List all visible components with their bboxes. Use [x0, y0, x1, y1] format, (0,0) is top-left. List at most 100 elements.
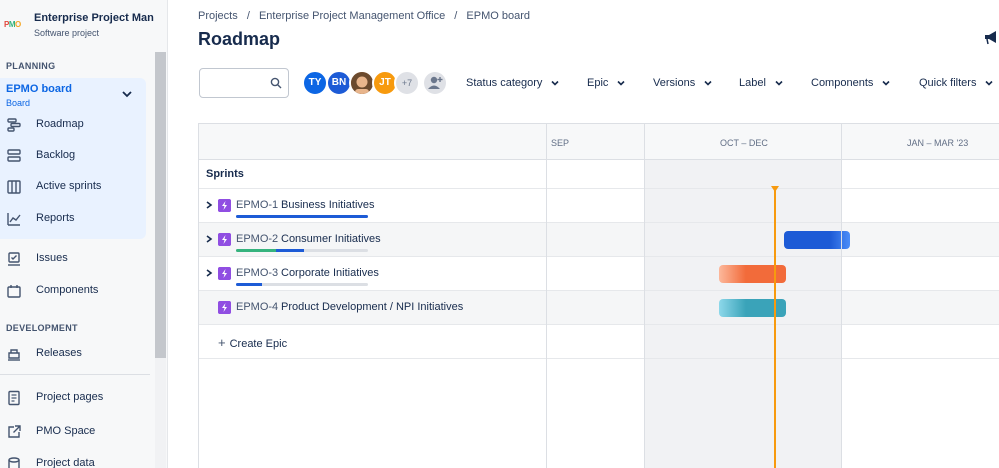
filter-label: Epic [587, 77, 609, 89]
roadmap-icon [7, 118, 21, 132]
create-epic-button[interactable]: + Create Epic [218, 335, 287, 350]
sidebar-item-label: Project data [36, 457, 95, 468]
sidebar-item-project-pages[interactable]: Project pages [0, 385, 150, 411]
breadcrumb-board[interactable]: EPMO board [466, 10, 530, 22]
megaphone-icon[interactable] [984, 28, 999, 46]
reports-icon [7, 213, 21, 226]
components-icon [7, 285, 21, 298]
sidebar-item-label: Issues [36, 252, 68, 264]
avatar-overflow[interactable]: +7 [394, 70, 420, 96]
sidebar: PMO Enterprise Project Man... Software p… [0, 0, 168, 468]
sidebar-item-label: Active sprints [36, 180, 102, 192]
filter-label: Components [811, 77, 874, 89]
sidebar-scrollbar-track[interactable] [155, 358, 166, 468]
sidebar-item-issues[interactable]: Issues [0, 246, 150, 272]
add-people-button[interactable] [424, 72, 446, 94]
epic-key[interactable]: EPMO-1 [236, 199, 278, 211]
external-link-icon [8, 425, 21, 438]
project-name: Enterprise Project Man... [34, 12, 154, 24]
search-input[interactable] [199, 68, 289, 98]
progress-segment [236, 249, 276, 252]
filter-label: Versions [653, 77, 696, 89]
progress-segment [276, 249, 304, 252]
chevron-down-icon [775, 81, 783, 86]
filter-components[interactable]: Components [811, 77, 891, 89]
filter-epic[interactable]: Epic [587, 77, 626, 89]
breadcrumb-separator: / [454, 10, 458, 22]
roadmap-timeline: SEP OCT – DEC JAN – MAR '23 Sprints EPMO… [198, 123, 999, 468]
planning-section-label: PLANNING [6, 61, 56, 71]
epic-icon [218, 233, 231, 246]
project-type: Software project [34, 28, 100, 38]
chevron-down-icon [551, 81, 560, 86]
chevron-down-icon [985, 81, 994, 86]
sidebar-item-label: Roadmap [36, 118, 84, 130]
sidebar-item-pmo-space[interactable]: PMO Space [0, 419, 150, 445]
plus-icon: + [218, 335, 226, 350]
person-photo-icon [351, 72, 373, 94]
add-person-icon [428, 76, 443, 89]
epic-icon [218, 301, 231, 314]
chevron-right-icon[interactable] [204, 200, 214, 210]
filter-quick-filters[interactable]: Quick filters [919, 77, 994, 89]
filter-versions[interactable]: Versions [653, 77, 713, 89]
sidebar-item-components[interactable]: Components [0, 278, 150, 304]
board-subtitle: Board [6, 98, 31, 108]
timeline-header: SEP OCT – DEC JAN – MAR '23 [199, 124, 999, 160]
chevron-down-icon[interactable] [121, 88, 133, 100]
search-icon [270, 77, 282, 89]
page-title: Roadmap [198, 29, 281, 49]
board-title[interactable]: EPMO board [6, 83, 72, 95]
breadcrumb-separator: / [246, 10, 250, 22]
epic-row[interactable]: EPMO-1 Business Initiatives [199, 189, 999, 223]
development-section-label: DEVELOPMENT [6, 323, 78, 333]
epic-row[interactable]: EPMO-3 Corporate Initiatives [199, 257, 999, 291]
sidebar-item-active-sprints[interactable]: Active sprints [0, 174, 150, 200]
epic-name[interactable]: Corporate Initiatives [281, 267, 379, 279]
chevron-right-icon[interactable] [204, 268, 214, 278]
sidebar-item-reports[interactable]: Reports [0, 206, 150, 232]
epic-name[interactable]: Consumer Initiatives [281, 233, 381, 245]
epic-progress-bar [236, 249, 368, 252]
breadcrumb-projects[interactable]: Projects [198, 10, 238, 22]
epic-row[interactable]: EPMO-4 Product Development / NPI Initiat… [199, 291, 999, 325]
sidebar-item-label: Releases [36, 347, 82, 359]
create-epic-row[interactable]: + Create Epic [199, 325, 999, 359]
create-epic-label: Create Epic [229, 338, 288, 350]
epic-name[interactable]: Product Development / NPI Initiatives [281, 301, 463, 313]
sidebar-item-label: PMO Space [36, 425, 96, 437]
sprints-row: Sprints [199, 160, 999, 189]
epic-row[interactable]: EPMO-2 Consumer Initiatives [199, 223, 999, 257]
epic-icon [218, 199, 231, 212]
sidebar-divider [0, 374, 150, 375]
issues-icon [8, 252, 20, 266]
filter-status-category[interactable]: Status category [466, 77, 560, 89]
project-data-icon [8, 457, 20, 468]
epic-progress-bar [236, 283, 368, 286]
backlog-icon [7, 149, 21, 162]
filter-label: Quick filters [919, 77, 977, 89]
sidebar-item-label: Reports [36, 212, 75, 224]
epic-key[interactable]: EPMO-4 [236, 301, 278, 313]
column-divider [841, 124, 842, 468]
breadcrumb-project[interactable]: Enterprise Project Management Office [259, 10, 445, 22]
month-label: SEP [551, 138, 570, 148]
filter-label-dropdown[interactable]: Label [739, 77, 784, 89]
project-header[interactable]: PMO Enterprise Project Man... Software p… [0, 8, 155, 44]
sidebar-item-releases[interactable]: Releases [0, 341, 150, 367]
epic-name[interactable]: Business Initiatives [281, 199, 375, 211]
column-divider [546, 124, 547, 468]
releases-icon [8, 349, 20, 361]
sidebar-item-roadmap[interactable]: Roadmap [0, 112, 150, 138]
sidebar-item-backlog[interactable]: Backlog [0, 143, 150, 169]
filter-label: Label [739, 77, 766, 89]
epic-key[interactable]: EPMO-3 [236, 267, 278, 279]
sidebar-item-label: Components [36, 284, 99, 296]
chevron-down-icon [617, 81, 625, 86]
sidebar-item-project-data[interactable]: Project data [0, 451, 150, 468]
epic-key[interactable]: EPMO-2 [236, 233, 278, 245]
avatar[interactable]: TY [302, 70, 328, 96]
sidebar-scrollbar[interactable] [155, 52, 166, 358]
breadcrumb: Projects / Enterprise Project Management… [198, 10, 536, 22]
chevron-right-icon[interactable] [204, 234, 214, 244]
